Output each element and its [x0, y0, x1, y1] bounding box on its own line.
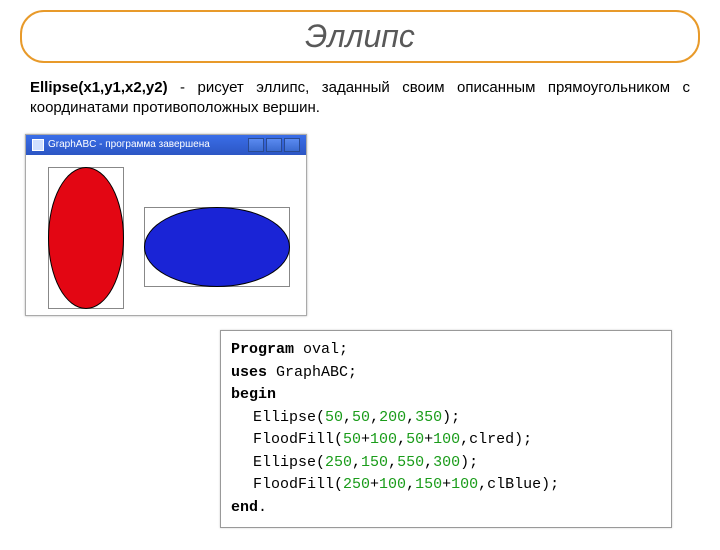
- minimize-button[interactable]: [248, 138, 264, 152]
- num: 100: [451, 476, 478, 493]
- blue-ellipse: [144, 207, 290, 287]
- maximize-button[interactable]: [266, 138, 282, 152]
- op: ,: [397, 431, 406, 448]
- output-figure: GraphABC - программа завершена: [25, 134, 720, 316]
- num: 100: [433, 431, 460, 448]
- window-controls: [248, 138, 300, 152]
- window-title-text: GraphABC - программа завершена: [48, 139, 210, 150]
- code-text: );: [460, 454, 478, 471]
- num: 250: [343, 476, 370, 493]
- kw-end: end: [231, 499, 258, 516]
- num: 100: [379, 476, 406, 493]
- function-signature: Ellipse(x1,y1,x2,y2): [30, 79, 168, 96]
- code-text: oval;: [294, 341, 348, 358]
- num: 550: [397, 454, 424, 471]
- code-text: FloodFill(: [253, 476, 343, 493]
- op: +: [424, 431, 433, 448]
- code-text: .: [258, 499, 267, 516]
- op: +: [370, 476, 379, 493]
- num: 50: [352, 409, 370, 426]
- num: 50: [343, 431, 361, 448]
- op: ,: [406, 476, 415, 493]
- window-titlebar: GraphABC - программа завершена: [26, 135, 306, 155]
- drawing-canvas: [26, 155, 306, 315]
- num: 250: [325, 454, 352, 471]
- code-text: Ellipse(: [253, 454, 325, 471]
- num: 350: [415, 409, 442, 426]
- num: 150: [415, 476, 442, 493]
- code-text: ,clBlue);: [478, 476, 559, 493]
- num: 200: [379, 409, 406, 426]
- code-text: GraphABC;: [267, 364, 357, 381]
- app-window: GraphABC - программа завершена: [25, 134, 307, 316]
- num: 100: [370, 431, 397, 448]
- kw-uses: uses: [231, 364, 267, 381]
- num: 150: [361, 454, 388, 471]
- page-title: Эллипс: [305, 18, 415, 54]
- code-text: FloodFill(: [253, 431, 343, 448]
- description: Ellipse(x1,y1,x2,y2) - рисует эллипс, за…: [30, 78, 690, 119]
- app-icon: [32, 139, 44, 151]
- close-button[interactable]: [284, 138, 300, 152]
- title-box: Эллипс: [20, 10, 700, 63]
- kw-program: Program: [231, 341, 294, 358]
- code-listing: Program oval; uses GraphABC; begin Ellip…: [220, 330, 672, 528]
- kw-begin: begin: [231, 386, 276, 403]
- op: +: [361, 431, 370, 448]
- op: +: [442, 476, 451, 493]
- code-text: ,clred);: [460, 431, 532, 448]
- code-text: );: [442, 409, 460, 426]
- num: 300: [433, 454, 460, 471]
- num: 50: [325, 409, 343, 426]
- red-ellipse: [48, 167, 124, 309]
- code-text: Ellipse(: [253, 409, 325, 426]
- num: 50: [406, 431, 424, 448]
